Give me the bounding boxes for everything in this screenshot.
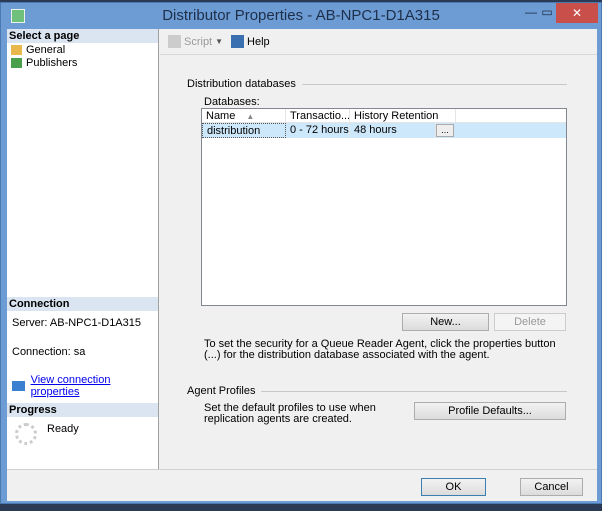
agent-note: Set the default profiles to use when rep… [204, 402, 376, 425]
dialog-window: Distributor Properties - AB-NPC1-D1A315 … [0, 2, 602, 504]
page-icon [11, 44, 22, 55]
button-bar: OK Cancel [7, 469, 597, 501]
cancel-button[interactable]: Cancel [520, 478, 583, 496]
cell-history[interactable]: 48 hours [350, 123, 436, 138]
title-bar[interactable]: Distributor Properties - AB-NPC1-D1A315 … [1, 3, 601, 31]
help-button[interactable]: Help [231, 35, 270, 48]
progress-spinner-icon [15, 423, 37, 445]
toolbar: Script ▼ Help [160, 29, 597, 55]
progress-status: Ready [47, 423, 79, 435]
help-icon [231, 35, 245, 48]
properties-ellipsis-button[interactable]: ... [436, 124, 454, 137]
ok-button[interactable]: OK [421, 478, 486, 496]
connection-properties-icon [12, 381, 25, 391]
sort-ascending-icon: ▲ [246, 112, 255, 121]
column-header-history[interactable]: History Retention [350, 109, 456, 122]
page-publishers[interactable]: Publishers [7, 56, 158, 69]
connection-label: Connection: sa [12, 346, 86, 358]
new-button[interactable]: New... [402, 313, 489, 331]
progress-header: Progress [7, 403, 158, 417]
publisher-icon [11, 57, 22, 68]
maximize-button[interactable]: ▭ [539, 5, 555, 23]
server-label: Server: AB-NPC1-D1A315 [12, 317, 141, 329]
view-connection-properties-link[interactable]: View connection properties [31, 374, 158, 398]
profile-defaults-button[interactable]: Profile Defaults... [414, 402, 566, 420]
page-general[interactable]: General [7, 43, 158, 56]
databases-grid[interactable]: Name ▲ Transactio... History Retention d… [201, 108, 567, 306]
page-label: Publishers [26, 56, 78, 69]
databases-label: Databases: [204, 96, 260, 108]
grid-header: Name ▲ Transactio... History Retention [202, 109, 566, 123]
dialog-client: Select a page General Publishers Connect… [7, 29, 597, 501]
agent-profiles-group: Agent Profiles [187, 385, 567, 397]
window-title: Distributor Properties - AB-NPC1-D1A315 [162, 7, 440, 24]
script-button[interactable]: Script ▼ [168, 35, 223, 48]
left-panel: Select a page General Publishers Connect… [7, 29, 159, 469]
cell-transaction[interactable]: 0 - 72 hours [286, 123, 350, 138]
distribution-databases-group: Distribution databases [187, 78, 567, 90]
group-title: Distribution databases [187, 78, 296, 90]
help-label: Help [247, 35, 270, 48]
group-title: Agent Profiles [187, 385, 256, 397]
security-note: To set the security for a Queue Reader A… [204, 338, 556, 361]
table-row[interactable]: distribution 0 - 72 hours 48 hours ... [202, 123, 566, 138]
connection-header: Connection [7, 297, 158, 311]
script-label: Script [184, 35, 213, 48]
page-label: General [26, 43, 66, 56]
column-header-name[interactable]: Name ▲ [202, 109, 286, 122]
delete-button[interactable]: Delete [494, 313, 566, 331]
close-button[interactable]: ✕ [556, 3, 598, 23]
dropdown-arrow-icon[interactable]: ▼ [215, 37, 223, 46]
column-header-transaction[interactable]: Transactio... [286, 109, 350, 122]
minimize-button[interactable]: — [521, 5, 541, 23]
script-icon [168, 35, 181, 48]
select-page-header: Select a page [7, 29, 158, 43]
general-page: Distribution databases Databases: Name ▲… [160, 59, 597, 469]
cell-name[interactable]: distribution [202, 123, 286, 138]
right-panel: Script ▼ Help Distribution databases Data… [160, 29, 597, 469]
